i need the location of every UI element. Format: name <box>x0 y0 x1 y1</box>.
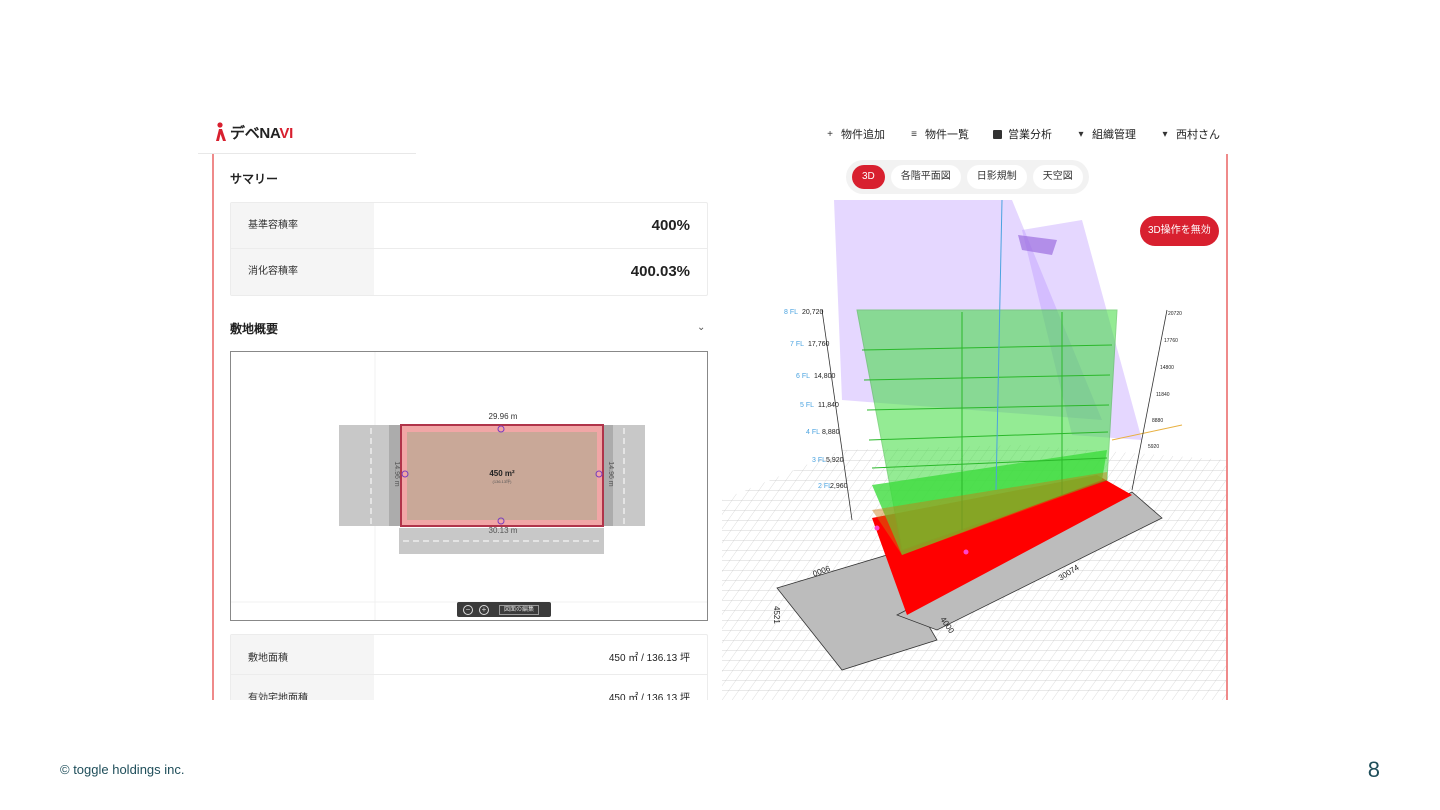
chart-icon <box>993 129 1002 139</box>
left-dimension: 14.96 m <box>393 461 400 486</box>
site-area-label: 450 m² <box>489 469 515 478</box>
top-nav: + 物件追加 ≡ 物件一覧 営業分析 ▾ 組織管理 ▾ 西村さん <box>825 126 1220 142</box>
floor-label: 6 FL <box>796 373 810 380</box>
plus-icon: + <box>827 128 833 140</box>
nav-label: 営業分析 <box>1008 129 1052 141</box>
level-label: 5,920 <box>826 457 844 464</box>
level-label: 8880 <box>1152 418 1163 424</box>
nav-label: 物件一覧 <box>925 129 969 141</box>
caret-down-icon: ▾ <box>1078 128 1084 140</box>
floor-label: 4 FL <box>806 429 820 436</box>
level-label: 5920 <box>1148 444 1159 450</box>
site-area-sub: (136.13坪) <box>493 478 513 484</box>
level-label: 20720 <box>1168 311 1182 317</box>
table-row: 基準容積率 400% <box>231 203 707 249</box>
level-label: 11,840 <box>818 402 839 409</box>
app-logo[interactable]: デベNAVI <box>214 122 293 142</box>
app-header: デベNAVI + 物件追加 ≡ 物件一覧 営業分析 ▾ 組織管理 ▾ 西村さん <box>198 112 1244 154</box>
floor-label: 5 FL <box>800 402 814 409</box>
nav-label: 物件追加 <box>841 129 885 141</box>
nav-property-list[interactable]: ≡ 物件一覧 <box>909 126 969 142</box>
level-label: 20,720 <box>802 309 824 316</box>
row-value: 450 ㎡ / 136.13 坪 <box>608 693 690 700</box>
level-label: 14,800 <box>814 373 836 380</box>
floor-label: 7 FL <box>790 341 804 348</box>
table-row: 敷地面積 450 ㎡ / 136.13 坪 <box>231 635 707 675</box>
row-label: 有効宅地面積 <box>231 675 374 700</box>
row-label: 基準容積率 <box>231 203 374 248</box>
level-label: 17760 <box>1164 338 1178 344</box>
list-icon: ≡ <box>911 128 917 140</box>
nav-org-management[interactable]: ▾ 組織管理 <box>1076 126 1136 142</box>
bottom-dimension: 30.13 m <box>489 526 518 535</box>
3d-volume-viewport[interactable]: 8 FL 20,720 7 FL 17,760 6 FL 14,800 5 FL… <box>722 200 1228 700</box>
app-window: デベNAVI + 物件追加 ≡ 物件一覧 営業分析 ▾ 組織管理 ▾ 西村さん … <box>198 112 1244 700</box>
summary-table: 基準容積率 400% 消化容積率 400.03% <box>230 202 708 296</box>
edit-drawing-button[interactable]: 図面の編集 <box>499 604 540 615</box>
level-label: 17,760 <box>808 341 830 348</box>
disable-3d-button[interactable]: 3D操作を無効 <box>1140 216 1219 246</box>
tab-sky-view[interactable]: 天空図 <box>1032 165 1083 189</box>
row-label: 敷地面積 <box>231 635 374 674</box>
table-row: 有効宅地面積 450 ㎡ / 136.13 坪 <box>231 675 707 700</box>
top-dimension: 29.96 m <box>489 412 518 421</box>
site-plan-map[interactable]: 29.96 m 30.13 m 14.96 m 14.96 m 450 m² (… <box>230 351 708 621</box>
level-label: 14800 <box>1160 365 1174 371</box>
zoom-in-icon[interactable]: + <box>479 604 489 615</box>
level-label: 8,880 <box>822 429 840 436</box>
row-value: 450 ㎡ / 136.13 坪 <box>608 653 690 664</box>
row-value: 400.03% <box>630 263 690 280</box>
nav-user-menu[interactable]: ▾ 西村さん <box>1160 126 1220 142</box>
right-dimension: 14.96 m <box>607 461 614 486</box>
right-panel-3d-view: 8 FL 20,720 7 FL 17,760 6 FL 14,800 5 FL… <box>722 154 1228 700</box>
summary-title: サマリー <box>230 172 279 186</box>
logo-text: デベNAVI <box>230 124 293 142</box>
chevron-down-icon[interactable]: ⌄ <box>697 322 705 333</box>
tab-3d[interactable]: 3D <box>852 165 885 189</box>
map-toolbar: − + 図面の編集 <box>457 602 551 617</box>
nav-label: 西村さん <box>1176 129 1220 141</box>
table-row: 消化容積率 400.03% <box>231 249 707 295</box>
logo-person-icon <box>216 122 226 141</box>
level-label: 11840 <box>1156 392 1170 398</box>
site-overview-title: 敷地概要 <box>230 322 279 336</box>
tab-floor-plans[interactable]: 各階平面図 <box>890 165 961 189</box>
nav-label: 組織管理 <box>1092 129 1136 141</box>
floor-label: 8 FL <box>784 309 798 316</box>
zoom-out-icon[interactable]: − <box>463 604 473 615</box>
site-area-table: 敷地面積 450 ㎡ / 136.13 坪 有効宅地面積 450 ㎡ / 136… <box>230 634 708 700</box>
nav-add-property[interactable]: + 物件追加 <box>825 126 885 142</box>
row-label: 消化容積率 <box>231 249 374 295</box>
floor-label: 3 FL <box>812 457 826 464</box>
level-label: 2,960 <box>830 483 848 490</box>
left-panel: サマリー 基準容積率 400% 消化容積率 400.03% 敷地概要 ⌄ 29.… <box>212 154 720 700</box>
road-dimension: 4521 <box>772 606 781 624</box>
view-mode-tabs: 3D 各階平面図 日影規制 天空図 <box>846 160 1089 194</box>
slide: デベNAVI + 物件追加 ≡ 物件一覧 営業分析 ▾ 組織管理 ▾ 西村さん … <box>0 0 1440 810</box>
caret-down-icon: ▾ <box>1162 128 1168 140</box>
copyright-text: © toggle holdings inc. <box>60 762 185 777</box>
row-value: 400% <box>651 217 690 234</box>
site-plan-drawing: 29.96 m 30.13 m 14.96 m 14.96 m 450 m² (… <box>231 352 707 620</box>
tab-shadow-regulation[interactable]: 日影規制 <box>966 165 1027 189</box>
nav-sales-analysis[interactable]: 営業分析 <box>993 126 1052 142</box>
page-number: 8 <box>1367 757 1380 782</box>
